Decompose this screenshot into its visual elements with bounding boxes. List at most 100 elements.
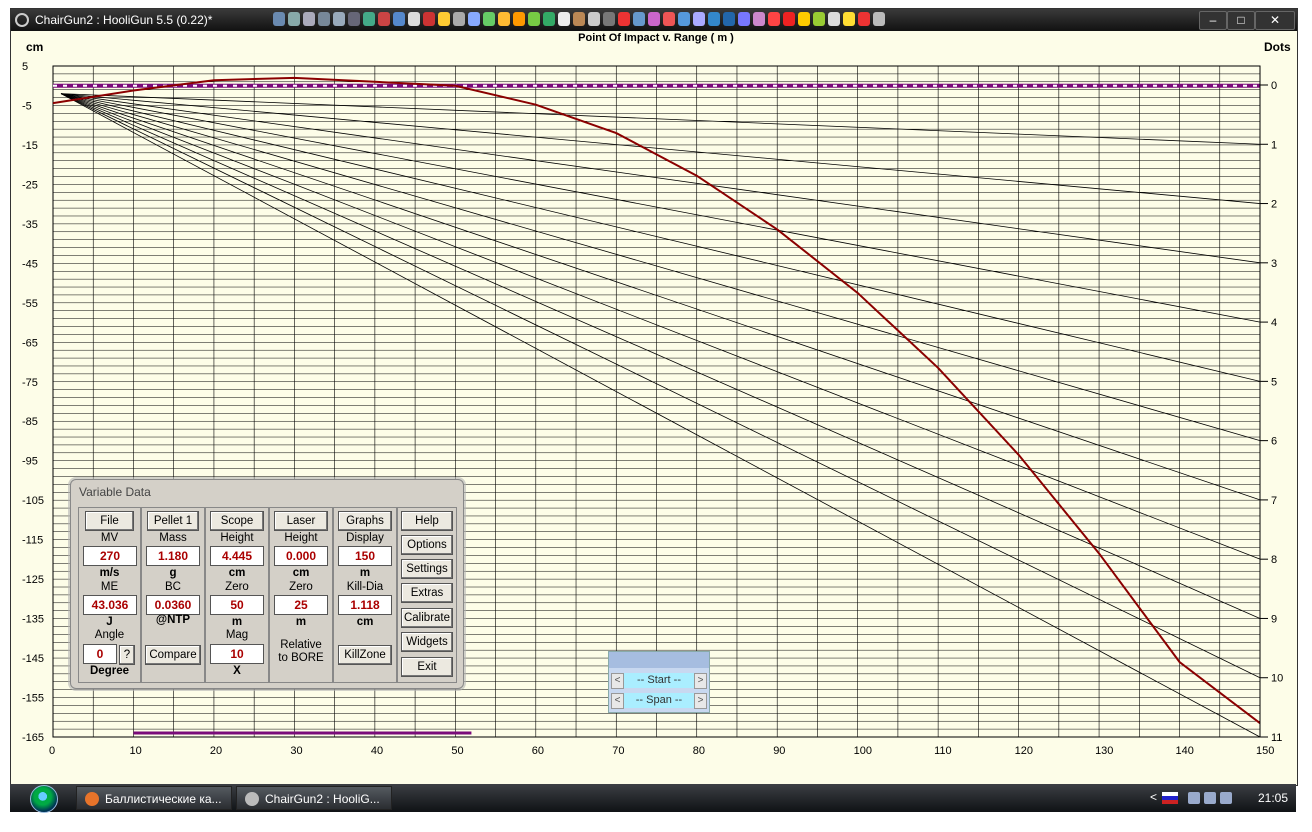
- taskbar-item-chairgun[interactable]: ChairGun2 : HooliG...: [236, 786, 392, 810]
- y-tick-label: -5: [22, 100, 32, 112]
- start-span-widget[interactable]: < -- Start -- > < -- Span -- >: [608, 651, 710, 713]
- y-tick-label: -105: [22, 495, 44, 507]
- mv-field[interactable]: 270: [83, 546, 137, 566]
- taskbar-item-label: ChairGun2 : HooliG...: [265, 792, 380, 806]
- kill-dia-label: Kill-Dia: [346, 581, 384, 593]
- x-tick-label: 30: [290, 745, 302, 757]
- me-field[interactable]: 43.036: [83, 595, 137, 615]
- y2-tick-label: 3: [1271, 258, 1277, 270]
- scope-height-field[interactable]: 4.445: [210, 546, 264, 566]
- bc-field[interactable]: 0.0360: [146, 595, 200, 615]
- bc-unit: @NTP: [155, 614, 191, 626]
- span-increase-button[interactable]: >: [694, 693, 707, 709]
- mass-field[interactable]: 1.180: [146, 546, 200, 566]
- chairgun-icon: [245, 792, 259, 806]
- x-tick-label: 60: [532, 745, 544, 757]
- network-icon[interactable]: [1204, 792, 1216, 804]
- tray-expand-icon[interactable]: <: [1150, 790, 1157, 804]
- scope-zero-label: Zero: [225, 581, 249, 593]
- start-button[interactable]: [24, 784, 66, 813]
- firefox-icon: [85, 792, 99, 806]
- file-button[interactable]: File: [85, 511, 134, 531]
- y-tick-label: -95: [22, 456, 38, 468]
- y2-tick-label: 5: [1271, 376, 1277, 388]
- widgets-button[interactable]: Widgets: [401, 632, 453, 652]
- laser-column: Laser Height 0.000 cm Zero 25 m Relative…: [269, 507, 333, 683]
- display-field[interactable]: 150: [338, 546, 392, 566]
- x-tick-label: 120: [1015, 745, 1033, 757]
- start-span-header[interactable]: [609, 652, 709, 668]
- angle-field[interactable]: 0: [83, 644, 117, 664]
- volume-icon[interactable]: [1220, 792, 1232, 804]
- y-tick-label: -25: [22, 179, 38, 191]
- y-tick-label: -125: [22, 574, 44, 586]
- calibrate-button[interactable]: Calibrate: [401, 608, 453, 628]
- scope-height-unit: cm: [228, 567, 246, 579]
- kill-dia-field[interactable]: 1.118: [338, 595, 392, 615]
- x-tick-label: 130: [1095, 745, 1113, 757]
- taskbar: Баллистические ка... ChairGun2 : HooliG.…: [10, 784, 1296, 813]
- laser-height-label: Height: [284, 532, 318, 544]
- kill-dia-unit: cm: [356, 616, 374, 628]
- x-tick-label: 110: [934, 745, 952, 757]
- laser-height-field[interactable]: 0.000: [274, 546, 328, 566]
- y-tick-label: -35: [22, 219, 38, 231]
- relative-label: Relative: [280, 639, 322, 651]
- tray-app-icon[interactable]: [1188, 792, 1200, 804]
- bc-label: BC: [165, 581, 181, 593]
- mv-unit: m/s: [99, 567, 120, 579]
- velocity-column: File MV 270 m/s ME 43.036 J Angle 0 ? De…: [78, 507, 141, 683]
- options-button[interactable]: Options: [401, 535, 453, 555]
- pellet-button[interactable]: Pellet 1: [147, 511, 199, 531]
- clock[interactable]: 21:05: [1258, 791, 1288, 805]
- laser-button[interactable]: Laser: [274, 511, 328, 531]
- x-tick-label: 0: [49, 745, 55, 757]
- y-tick-label: -75: [22, 377, 38, 389]
- variable-data-title: Variable Data: [79, 485, 151, 499]
- scope-zero-field[interactable]: 50: [210, 595, 264, 615]
- angle-unit: Degree: [90, 665, 129, 677]
- to-bore-label: to BORE: [278, 652, 324, 664]
- pellet-column: Pellet 1 Mass 1.180 g BC 0.0360 @NTP Com…: [141, 507, 205, 683]
- compare-button[interactable]: Compare: [145, 645, 201, 665]
- laser-height-unit: cm: [292, 567, 310, 579]
- x-tick-label: 140: [1176, 745, 1194, 757]
- y2-tick-label: 4: [1271, 317, 1277, 329]
- y2-tick-label: 11: [1271, 732, 1282, 744]
- mag-field[interactable]: 10: [210, 644, 264, 664]
- start-increase-button[interactable]: >: [694, 673, 707, 689]
- span-decrease-button[interactable]: <: [611, 693, 624, 709]
- help-button[interactable]: Help: [401, 511, 453, 531]
- y-tick-label: -65: [22, 337, 38, 349]
- y-tick-label: -155: [22, 693, 44, 705]
- x-tick-label: 150: [1256, 745, 1274, 757]
- scope-column: Scope Height 4.445 cm Zero 50 m Mag 10 X: [205, 507, 269, 683]
- laser-zero-field[interactable]: 25: [274, 595, 328, 615]
- killzone-button[interactable]: KillZone: [338, 645, 392, 665]
- span-field[interactable]: -- Span --: [624, 693, 694, 708]
- me-unit: J: [106, 616, 113, 628]
- x-tick-label: 20: [210, 745, 222, 757]
- start-decrease-button[interactable]: <: [611, 673, 624, 689]
- x-tick-label: 80: [693, 745, 705, 757]
- mag-unit: X: [233, 665, 241, 677]
- scope-button[interactable]: Scope: [210, 511, 264, 531]
- angle-help-button[interactable]: ?: [119, 645, 135, 665]
- y2-tick-label: 7: [1271, 495, 1277, 507]
- x-tick-label: 90: [773, 745, 785, 757]
- mv-label: MV: [100, 532, 119, 544]
- y-tick-label: -115: [22, 535, 43, 547]
- taskbar-item-browser[interactable]: Баллистические ка...: [76, 786, 232, 810]
- x-tick-label: 10: [129, 745, 141, 757]
- exit-button[interactable]: Exit: [401, 657, 453, 677]
- x-tick-label: 40: [371, 745, 383, 757]
- y2-tick-label: 8: [1271, 554, 1277, 566]
- language-flag-icon[interactable]: [1162, 792, 1178, 804]
- variable-data-panel[interactable]: Variable Data File MV 270 m/s ME 43.036 …: [70, 479, 464, 689]
- start-field[interactable]: -- Start --: [624, 673, 694, 688]
- scope-zero-unit: m: [231, 616, 243, 628]
- me-label: ME: [100, 581, 119, 593]
- graphs-button[interactable]: Graphs: [338, 511, 392, 531]
- settings-button[interactable]: Settings: [401, 559, 453, 579]
- extras-button[interactable]: Extras: [401, 583, 453, 603]
